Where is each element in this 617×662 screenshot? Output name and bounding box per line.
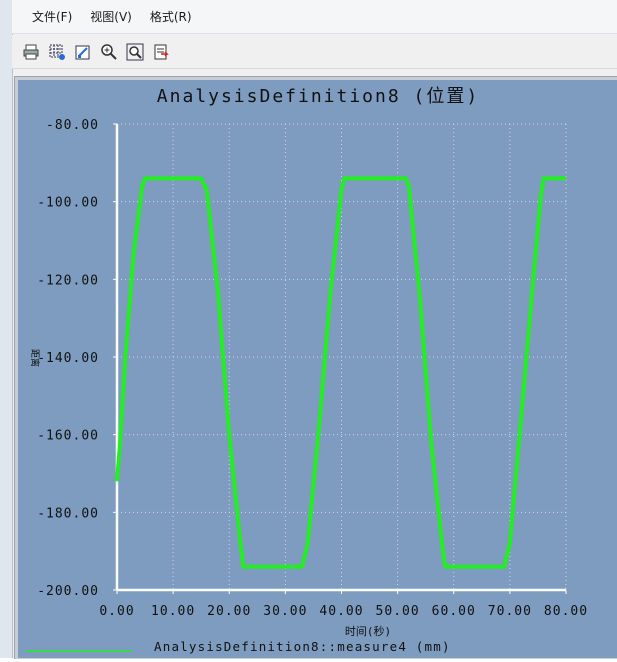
x-tick-label: 80.00 [544, 604, 588, 619]
legend-label: AnalysisDefinition8::measure4 (mm) [154, 639, 451, 654]
x-axis-label: 时间(秒) [345, 624, 391, 638]
zoom-fit-button[interactable] [124, 41, 146, 63]
y-tick-label: -180.00 [37, 506, 99, 521]
export-button[interactable] [150, 41, 172, 63]
app-window: 文件(F) 视图(V) 格式(R) 0.00 10.00 20.00 30.00… [0, 0, 617, 659]
edit-axes-button[interactable] [72, 41, 94, 63]
print-icon [23, 44, 39, 59]
y-tick-label: -160.00 [37, 429, 99, 444]
print-button[interactable] [20, 41, 42, 63]
menu-file[interactable]: 文件(F) [30, 6, 74, 27]
menu-bar: 文件(F) 视图(V) 格式(R) [12, 0, 617, 34]
y-tick-label: -140.00 [37, 351, 99, 366]
toolbar [12, 35, 617, 69]
chart-title: AnalysisDefinition8 (位置) [157, 86, 479, 107]
grid-icon [49, 44, 65, 60]
menu-format[interactable]: 格式(R) [148, 6, 194, 27]
x-tick-label: 20.00 [207, 604, 251, 619]
y-tick-label: -100.00 [37, 196, 99, 211]
y-tick-label: -200.00 [37, 584, 99, 599]
x-tick-label: 30.00 [263, 604, 307, 619]
x-tick-label: 70.00 [488, 604, 532, 619]
x-tick-label: 60.00 [432, 604, 476, 619]
window-left-edge [0, 0, 13, 658]
x-tick-label: 10.00 [151, 604, 195, 619]
zoom-fit-icon [126, 43, 144, 60]
tick-label-layer: 0.00 10.00 20.00 30.00 40.00 50.00 60.00 70.00 8… [37, 118, 588, 619]
menu-view[interactable]: 视图(V) [88, 6, 134, 27]
y-tick-label: -80.00 [46, 118, 99, 133]
y-tick-label: -120.00 [37, 273, 99, 288]
export-icon [154, 44, 169, 59]
plot-area: 0.00 10.00 20.00 30.00 40.00 50.00 60.00 70.00 8… [18, 80, 617, 658]
grid-button[interactable] [46, 41, 68, 63]
x-tick-label: 40.00 [319, 604, 363, 619]
edit-axes-icon [75, 45, 90, 59]
zoom-in-icon [101, 43, 117, 60]
x-tick-label: 0.00 [99, 604, 134, 619]
x-tick-label: 50.00 [376, 604, 420, 619]
chart-svg: 0.00 10.00 20.00 30.00 40.00 50.00 60.00 70.00 8… [26, 86, 588, 654]
y-axis-label: 距离 [29, 349, 41, 367]
zoom-in-button[interactable] [98, 41, 120, 63]
